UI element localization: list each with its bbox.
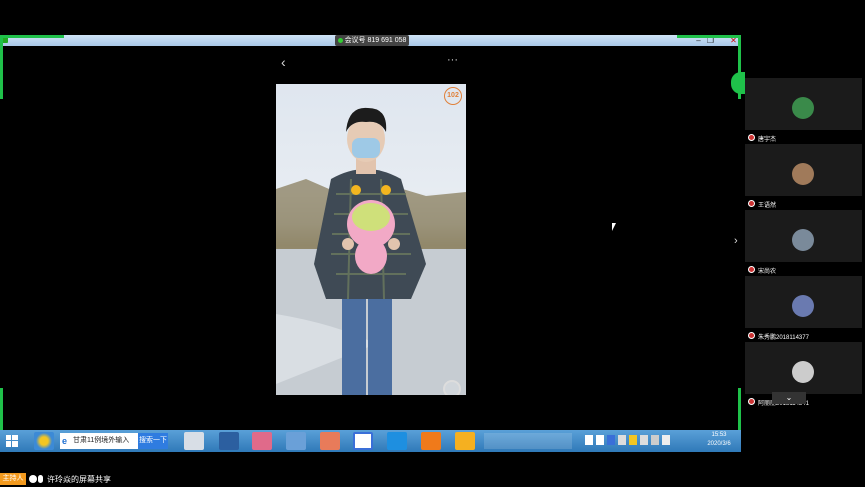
tray-icon-3[interactable] xyxy=(607,435,615,445)
tray-icon-1[interactable] xyxy=(585,435,593,445)
scroll-down-chevron-icon[interactable]: ⌄ xyxy=(772,392,806,404)
participant-avatar xyxy=(792,295,814,317)
app-icon-10[interactable] xyxy=(455,432,475,450)
mic-icon xyxy=(748,266,755,273)
share-corner-tl-h xyxy=(0,35,64,38)
next-chevron-icon[interactable]: › xyxy=(734,235,738,247)
tray-icon-5[interactable] xyxy=(629,435,637,445)
app-icon-4[interactable] xyxy=(252,432,272,450)
mic-icon xyxy=(748,332,755,339)
start-button[interactable] xyxy=(3,432,21,450)
ie-tab[interactable]: e 甘肃11例境外输入 xyxy=(60,433,138,449)
app-icon-5[interactable] xyxy=(286,432,306,450)
windows-logo-icon xyxy=(6,435,18,447)
meeting-id-badge[interactable]: 会议号 819 691 058 xyxy=(335,35,409,46)
host-badge: 主持人 xyxy=(0,473,26,485)
mouse-cursor-icon xyxy=(612,223,616,231)
clock[interactable]: 15:53 2020/3/6 xyxy=(700,431,738,449)
participant-avatar xyxy=(792,361,814,383)
video-frame: 102 xyxy=(276,84,466,395)
more-icon[interactable]: ··· xyxy=(447,54,458,66)
taskbar-blank-slot xyxy=(484,433,572,449)
floating-green-button[interactable] xyxy=(731,72,745,94)
app-icon-6[interactable] xyxy=(320,432,340,450)
ie-tab-label: 甘肃11例境外输入 xyxy=(73,437,130,444)
search-button[interactable]: 搜索一下 xyxy=(138,433,168,449)
participant-avatar xyxy=(792,97,814,119)
meeting-id-text: 会议号 819 691 058 xyxy=(344,37,407,44)
wps-icon[interactable] xyxy=(353,432,373,450)
tray-icons[interactable] xyxy=(585,435,695,447)
share-corner-tr-h xyxy=(677,35,741,38)
mic-icon xyxy=(748,398,755,405)
app-icon-1[interactable] xyxy=(34,432,54,450)
tray-icon-4[interactable] xyxy=(618,435,626,445)
logo-badge: 102 xyxy=(444,87,462,105)
mic-status-icon xyxy=(38,475,43,483)
app-icon-9[interactable] xyxy=(421,432,441,450)
participant-avatar xyxy=(792,229,814,251)
clock-time: 15:53 xyxy=(711,432,727,438)
participant-name: 朱秀鹏2018114377 xyxy=(758,335,809,341)
share-user-icon xyxy=(29,475,37,483)
record-button[interactable] xyxy=(443,380,461,395)
tray-icon-2[interactable] xyxy=(596,435,604,445)
ie-icon: e xyxy=(62,436,68,446)
sharing-label: 许玲焱的屏幕共享 xyxy=(47,475,111,484)
participant-name: 唐宇杰 xyxy=(758,137,777,143)
volume-icon[interactable] xyxy=(662,435,670,445)
tray-icon-6[interactable] xyxy=(640,435,648,445)
share-corner-tl xyxy=(0,35,3,99)
footer-bar xyxy=(0,471,865,487)
participant-name: 王语然 xyxy=(758,203,777,209)
app-icon-3[interactable] xyxy=(219,432,239,450)
app-icon-2[interactable] xyxy=(184,432,204,450)
network-icon[interactable] xyxy=(651,435,659,445)
participant-name: 宋尚农 xyxy=(758,269,777,275)
mic-icon xyxy=(748,134,755,141)
back-chevron-icon[interactable]: ‹ xyxy=(281,54,286,70)
app-icon-8[interactable] xyxy=(387,432,407,450)
mic-icon xyxy=(748,200,755,207)
clock-date: 2020/3/6 xyxy=(707,441,731,447)
connection-dot-icon xyxy=(337,37,343,43)
participant-avatar xyxy=(792,163,814,185)
person-photo xyxy=(276,107,466,395)
